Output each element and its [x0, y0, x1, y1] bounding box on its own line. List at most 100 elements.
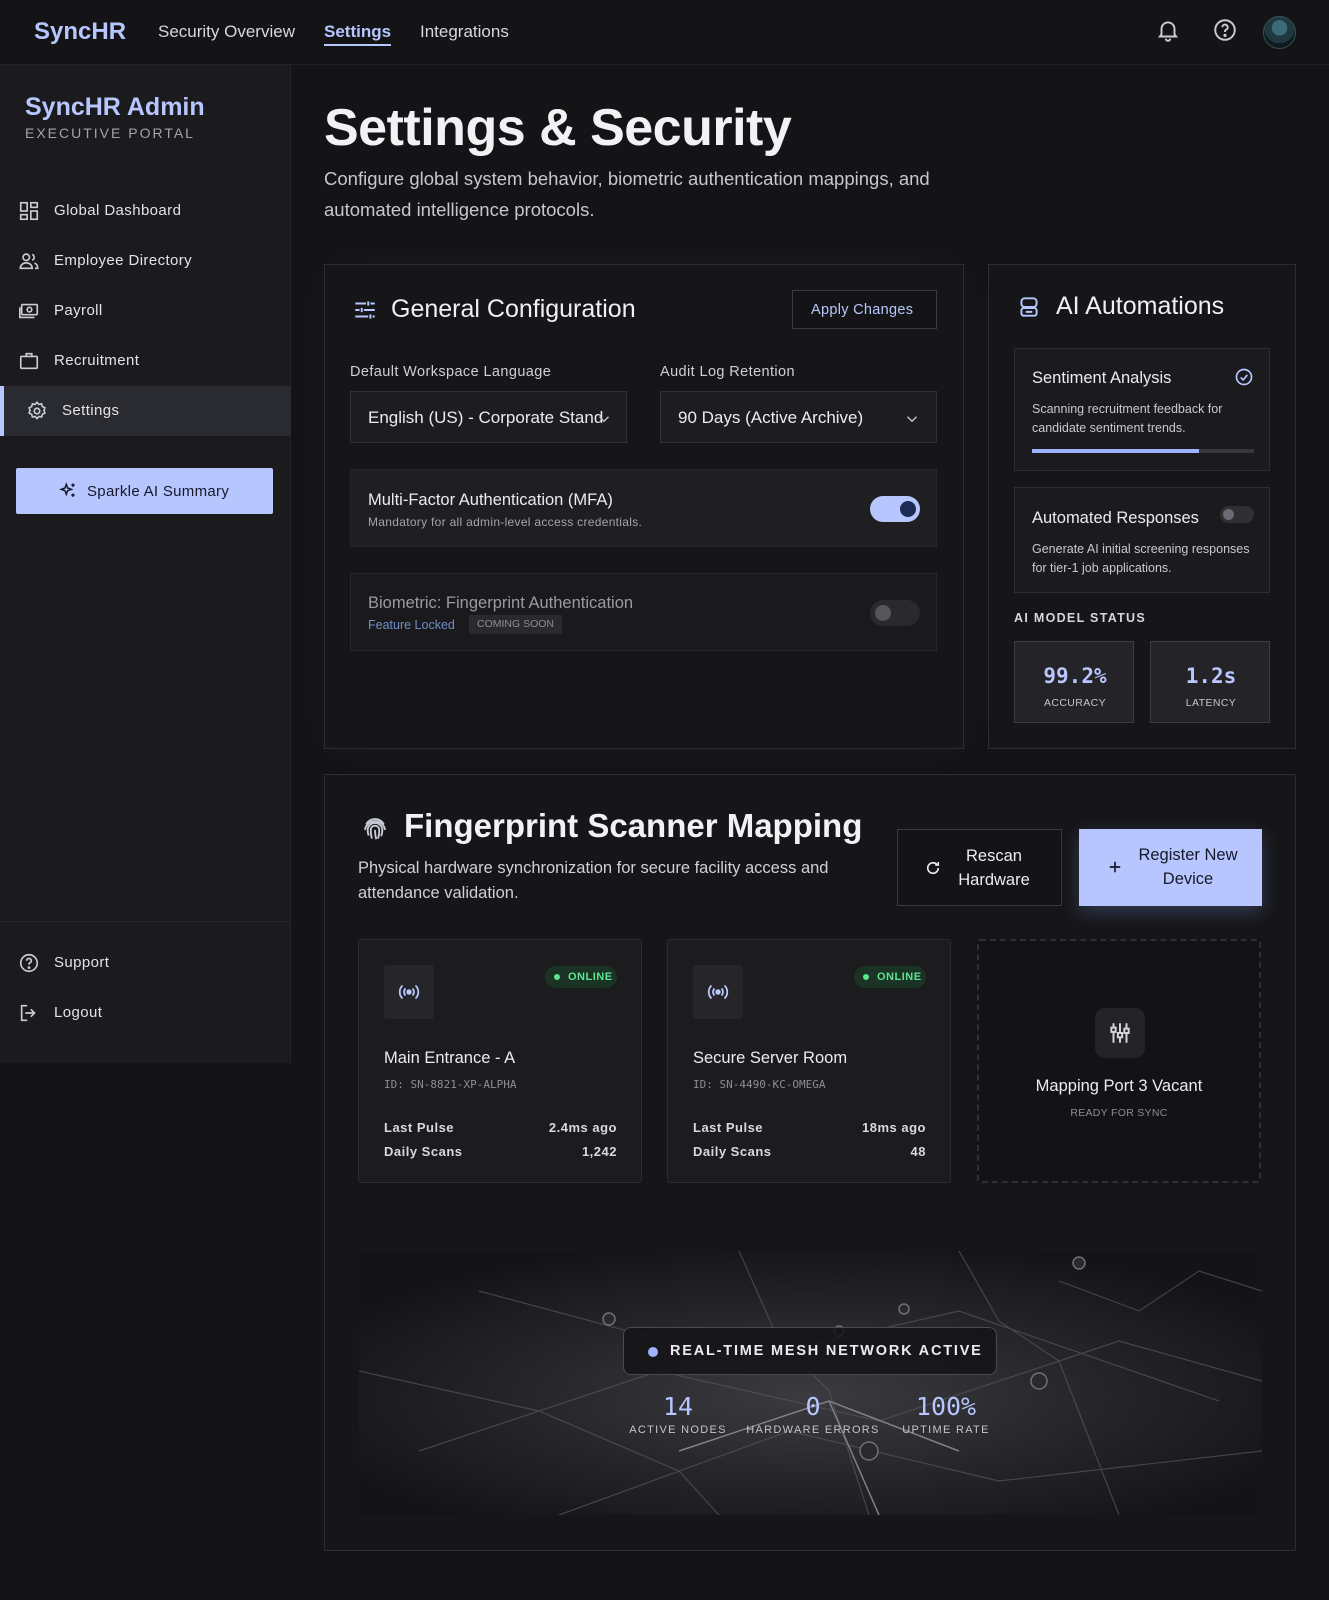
biometric-row: Biometric: Fingerprint Authentication Fe…: [350, 573, 937, 651]
sidebar-item-label: Support: [54, 954, 110, 971]
daily-scans-value: 1,242: [581, 1144, 617, 1159]
daily-scans-label: Daily Scans: [384, 1144, 463, 1159]
refresh-icon: [924, 859, 942, 877]
mfa-title: Multi-Factor Authentication (MFA): [368, 491, 613, 509]
mfa-description: Mandatory for all admin-level access cre…: [368, 515, 643, 529]
vacant-title: Mapping Port 3 Vacant: [1035, 1077, 1203, 1095]
latency-stat: 1.2s LATENCY: [1150, 641, 1270, 723]
sparkle-button-label: Sparkle AI Summary: [87, 483, 230, 500]
device-icon-box: [384, 965, 434, 1019]
sidebar-divider: [0, 921, 291, 922]
nav-settings[interactable]: Settings: [324, 22, 392, 46]
biometric-toggle[interactable]: [870, 600, 920, 626]
mesh-status-label: REAL-TIME MESH NETWORK ACTIVE: [670, 1343, 983, 1359]
brand-logo[interactable]: SyncHR: [34, 18, 126, 46]
help-icon[interactable]: [1212, 17, 1238, 43]
accuracy-label: ACCURACY: [1043, 697, 1107, 709]
device-card[interactable]: ONLINE Secure Server Room ID: SN-4490-KC…: [667, 939, 951, 1183]
mesh-stat-uptime-rate: 100% UPTIME RATE: [888, 1392, 1004, 1436]
automated-responses-card[interactable]: Automated Responses Generate AI initial …: [1014, 487, 1270, 593]
sidebar-item-label: Recruitment: [54, 352, 140, 369]
logout-icon: [18, 1002, 40, 1024]
bell-icon[interactable]: [1155, 17, 1181, 43]
sidebar-item-label: Payroll: [54, 302, 103, 319]
rescan-hardware-button[interactable]: Rescan Hardware: [897, 829, 1062, 906]
payments-icon: [18, 300, 40, 322]
vacant-subtitle: READY FOR SYNC: [1070, 1107, 1168, 1119]
language-label: Default Workspace Language: [350, 364, 552, 380]
apply-changes-label: Apply Changes: [811, 302, 914, 318]
register-new-device-button[interactable]: Register New Device: [1079, 829, 1262, 906]
sidebar-item-employee-directory[interactable]: Employee Directory: [0, 236, 291, 286]
last-pulse-label: Last Pulse: [693, 1120, 764, 1135]
toggle-knob: [875, 605, 891, 621]
last-pulse-value: 2.4ms ago: [548, 1120, 617, 1135]
page-description: Configure global system behavior, biomet…: [324, 168, 930, 220]
status-badge: ONLINE: [545, 966, 617, 988]
device-card[interactable]: ONLINE Main Entrance - A ID: SN-8821-XP-…: [358, 939, 642, 1183]
robot-icon: [1016, 294, 1042, 320]
sidebar-item-global-dashboard[interactable]: Global Dashboard: [0, 186, 291, 236]
language-select[interactable]: English (US) - Corporate Standard: [350, 391, 627, 443]
plus-icon: [1106, 858, 1124, 876]
mesh-status-badge: REAL-TIME MESH NETWORK ACTIVE: [623, 1327, 997, 1375]
users-icon: [18, 250, 40, 272]
status-dot: [648, 1347, 658, 1357]
sidebar-item-logout[interactable]: Logout: [0, 988, 291, 1038]
tune-bars-icon: [1107, 1020, 1133, 1046]
accuracy-value: 99.2%: [1043, 664, 1107, 688]
sparkle-icon: [58, 481, 78, 501]
device-id: ID: SN-8821-XP-ALPHA: [384, 1078, 517, 1091]
uptime-rate-label: UPTIME RATE: [902, 1424, 990, 1436]
device-id: ID: SN-4490-KC-OMEGA: [693, 1078, 826, 1091]
language-value: English (US) - Corporate Standard: [368, 408, 603, 427]
nav-integrations[interactable]: Integrations: [420, 22, 509, 42]
sidebar-item-settings[interactable]: Settings: [0, 386, 291, 436]
mesh-map-background: [359, 1251, 1262, 1515]
feature-locked-label: Feature Locked: [368, 618, 455, 632]
sidebar-item-support[interactable]: Support: [0, 938, 291, 988]
latency-label: LATENCY: [1185, 697, 1237, 709]
avatar[interactable]: [1263, 16, 1296, 49]
active-nodes-value: 14: [662, 1392, 694, 1421]
nav-security-overview[interactable]: Security Overview: [158, 22, 295, 42]
sentiment-progress-fill: [1032, 449, 1199, 453]
sentiment-title: Sentiment Analysis: [1032, 369, 1172, 387]
check-circle-icon[interactable]: [1234, 367, 1254, 387]
ai-automations-title: AI Automations: [1056, 292, 1225, 320]
sidebar-item-label: Logout: [54, 1004, 103, 1021]
sidebar-item-payroll[interactable]: Payroll: [0, 286, 291, 336]
uptime-rate-value: 100%: [915, 1392, 977, 1421]
register-new-device-label: Register New Device: [1138, 846, 1238, 888]
status-badge: ONLINE: [854, 966, 926, 988]
sidebar-item-recruitment[interactable]: Recruitment: [0, 336, 291, 386]
responses-description: Generate AI initial screening responses …: [1032, 542, 1250, 575]
daily-scans-value: 48: [910, 1144, 926, 1159]
port-icon-box: [1095, 1008, 1145, 1058]
toggle-knob: [900, 501, 916, 517]
sidebar-subtitle: EXECUTIVE PORTAL: [25, 125, 195, 141]
mfa-toggle[interactable]: [870, 496, 920, 522]
chevron-down-icon: [595, 410, 613, 428]
apply-changes-button[interactable]: Apply Changes: [792, 290, 937, 329]
vacant-port-card[interactable]: Mapping Port 3 Vacant READY FOR SYNC: [977, 939, 1261, 1183]
sparkle-ai-summary-button[interactable]: Sparkle AI Summary: [16, 468, 273, 514]
sliders-icon: [352, 297, 378, 323]
sidebar-item-label: Settings: [62, 402, 120, 419]
sensor-signal-icon: [706, 980, 730, 1004]
responses-toggle[interactable]: [1220, 506, 1254, 523]
biometric-title: Biometric: Fingerprint Authentication: [368, 594, 634, 612]
sentiment-analysis-card[interactable]: Sentiment Analysis Scanning recruitment …: [1014, 348, 1270, 471]
retention-label: Audit Log Retention: [660, 364, 795, 380]
sidebar-title: SyncHR Admin: [25, 93, 205, 121]
retention-select[interactable]: 90 Days (Active Archive): [660, 391, 937, 443]
ai-model-status-label: AI MODEL STATUS: [1014, 611, 1146, 625]
general-configuration-title: General Configuration: [391, 295, 636, 323]
fingerprint-icon: [360, 813, 390, 843]
toggle-knob: [1223, 509, 1234, 520]
gear-icon: [26, 400, 48, 422]
briefcase-icon: [18, 350, 40, 372]
sidebar-item-label: Employee Directory: [54, 252, 193, 269]
coming-soon-badge: COMING SOON: [469, 615, 563, 634]
dashboard-icon: [18, 200, 40, 222]
